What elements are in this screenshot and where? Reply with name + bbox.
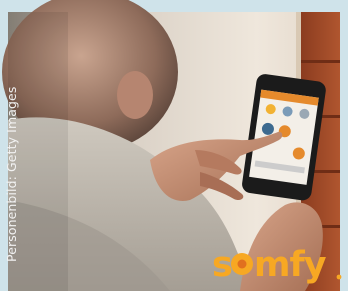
svg-text:mfy: mfy — [254, 245, 327, 285]
svg-text:s: s — [212, 245, 232, 285]
advertisement-photo: Personenbild: Getty Images s mfy — [0, 0, 348, 291]
photo-credit: Personenbild: Getty Images — [4, 86, 19, 262]
somfy-logo: s mfy — [212, 245, 342, 285]
